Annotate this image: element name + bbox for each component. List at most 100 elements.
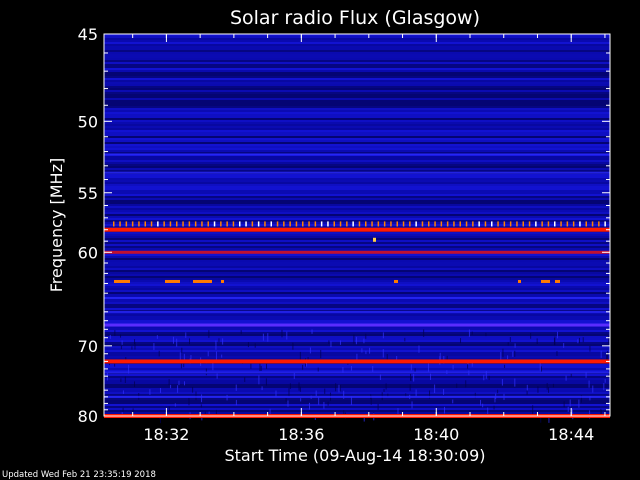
spectrogram-speckle [188,397,190,406]
spectrogram-speckle [429,373,431,380]
plot-area [104,34,610,424]
spectrogram-row [104,276,610,278]
burst-tick [346,221,348,227]
spectrogram-row [104,376,610,378]
spectrogram-speckle [485,332,487,337]
spectrogram-speckle [330,341,332,348]
spectrogram-speckle [309,347,311,354]
spectrogram-row [104,84,610,86]
spectrogram-row [104,260,610,262]
spectrogram-speckle [411,401,413,409]
spectrogram-row [104,134,610,136]
spectrogram-speckle [300,398,302,402]
spectrogram-row [104,412,610,414]
spectrogram-speckle [410,364,412,371]
emission-faint-band [104,371,610,374]
burst-tick [201,221,203,227]
spectrogram-row [104,224,610,226]
spectrogram-row [104,240,610,242]
spectrogram-speckle [353,334,355,344]
spectrogram-row [104,210,610,212]
burst-tick [371,221,373,227]
spectrogram-speckle [218,338,220,342]
burst-tick [226,221,228,227]
spectrogram-row [104,196,610,198]
spectrogram-row [104,334,610,336]
spectrogram-speckle [468,329,470,337]
burst-tick [207,221,209,227]
spectrogram-row [104,144,610,146]
spectrogram-speckle [317,367,319,372]
spectrogram-speckle [109,334,111,339]
spectrogram-speckle [537,386,539,393]
burst-tick [131,221,134,227]
burst-tick [188,221,191,227]
spectrogram-row [104,92,610,94]
spectrogram-speckle [215,343,217,350]
spectrogram-row [104,202,610,204]
spectrogram-row [104,166,610,168]
spectrogram-speckle [409,384,411,391]
burst-tick [585,221,587,227]
spectrogram-row [104,170,610,172]
emission-band [104,250,610,254]
burst-tick [283,221,285,227]
y-axis-label: Frequency [MHz] [47,158,66,292]
burst-tick [383,221,386,227]
burst-tick [453,221,455,227]
burst-tick [528,221,531,227]
spectrogram-speckle [565,375,567,381]
spectrogram-speckle [200,404,202,408]
burst-tick [302,221,304,227]
spectrogram-speckle [588,380,590,388]
x-tick-label: 18:32 [143,425,189,444]
spectrogram-row [104,330,610,332]
spectrogram-row [104,346,610,348]
spectrogram-speckle [444,406,446,414]
spectrogram-row [104,262,610,264]
burst-tick [535,221,537,227]
spectrogram-row [104,338,610,340]
spectrogram-speckle [181,347,183,353]
spectrogram-row [104,142,610,144]
y-tick-label: 50 [78,112,98,131]
spectrogram-speckle [385,383,387,390]
burst-tick [213,221,216,227]
spectrogram-row [104,38,610,40]
spectrogram-row [104,314,610,316]
spectrogram-row [104,340,610,342]
burst-tick [163,221,165,227]
spectrogram-row [104,304,610,306]
burst-tick [465,221,468,227]
spectrogram-row [104,126,610,128]
burst-tick [415,221,417,227]
burst-tick [396,221,398,227]
burst-tick [434,221,436,227]
burst-tick [566,221,569,227]
spectrogram-row [104,332,610,334]
burst-tick [497,221,499,227]
spectrogram-speckle [365,333,367,339]
spectrogram-speckle [221,354,223,358]
spectrogram-speckle [443,389,445,395]
spectrogram-row [104,60,610,62]
burst-tick [176,221,178,227]
emission-faint-band [104,310,610,313]
spectrogram-row [104,308,610,310]
spectrogram-speckle [434,384,436,394]
spectrogram-row [104,320,610,322]
burst-tick [119,221,121,227]
spectrogram-speckle [289,383,291,389]
spectrogram-speckle [338,384,340,393]
spectrogram-speckle [600,350,602,358]
spectrogram-speckle [172,336,174,344]
spectrogram-speckle [177,385,179,393]
spectrogram-row [104,274,610,276]
spectrogram-speckle [222,338,224,345]
spectrogram-row [104,156,610,158]
emission-faint-band [104,296,610,299]
spectrogram-row [104,164,610,166]
burst-tick [239,221,241,227]
spectrogram-speckle [323,401,325,409]
spectrogram-row [104,400,610,402]
